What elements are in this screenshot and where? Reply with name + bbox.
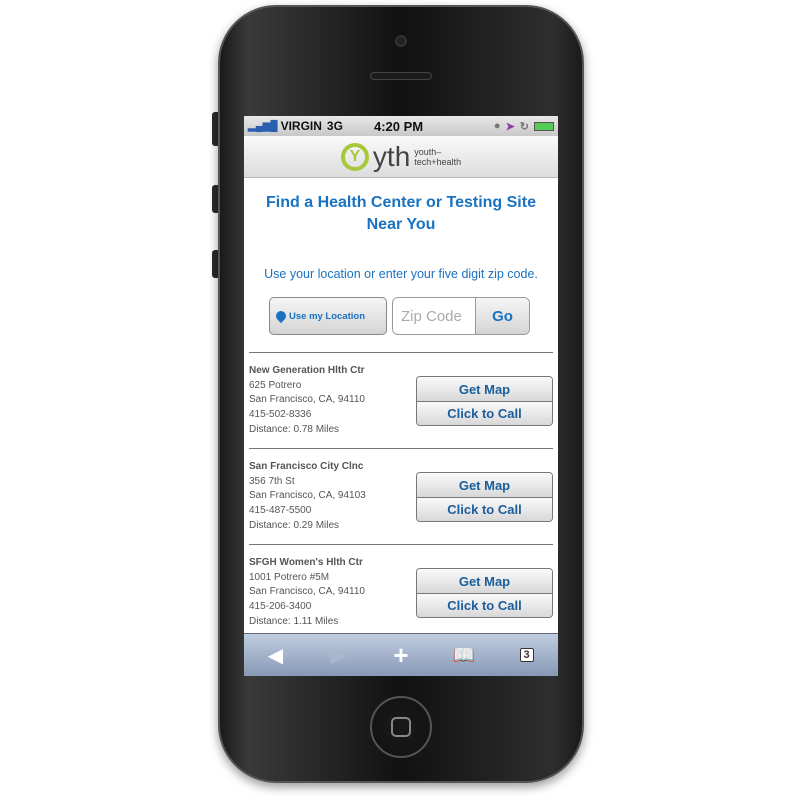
signal-icon: ▂▄▆█ <box>248 120 278 132</box>
page-title: Find a Health Center or Testing Site Nea… <box>266 194 536 233</box>
instructions: Use your location or enter your five dig… <box>264 267 538 281</box>
click-to-call-button[interactable]: Click to Call <box>417 497 552 521</box>
status-bar: ▂▄▆█ VIRGIN 3G 4:20 PM ● ➤ ↻ <box>244 116 558 136</box>
back-icon[interactable]: ◀ <box>255 643 295 668</box>
tabs-icon[interactable]: 3 <box>507 648 547 662</box>
tabs-count: 3 <box>519 648 534 662</box>
logo-text: yth <box>372 140 411 172</box>
forward-icon[interactable]: ▶ <box>318 643 358 668</box>
add-icon[interactable]: + <box>381 640 421 671</box>
rotation-lock-icon: ↻ <box>519 120 529 133</box>
site-header: Y yth youth– tech+health <box>244 136 558 178</box>
battery-icon <box>534 121 554 131</box>
speaker <box>370 72 432 80</box>
logo-sub-1: youth– <box>414 146 442 157</box>
click-to-call-button[interactable]: Click to Call <box>417 593 552 617</box>
get-map-button[interactable]: Get Map <box>417 569 552 593</box>
use-location-label: Use my Location <box>289 310 366 322</box>
carrier: VIRGIN <box>280 119 322 133</box>
location-arrow-icon: ➤ <box>505 120 515 133</box>
get-map-button[interactable]: Get Map <box>417 377 552 401</box>
logo-tagline: youth– tech+health <box>414 147 461 167</box>
zip-search: Go <box>392 297 530 335</box>
map-pin-icon <box>273 308 289 324</box>
home-icon <box>391 717 411 737</box>
bookmarks-icon[interactable]: 📖 <box>444 645 484 666</box>
clock: 4:20 PM <box>374 119 424 134</box>
network: 3G <box>326 119 343 133</box>
click-to-call-button[interactable]: Click to Call <box>417 401 552 425</box>
list-item: New Generation Hlth Ctr 625 Potrero San … <box>249 352 553 448</box>
zip-code-input[interactable] <box>393 298 476 334</box>
logo-mark: Y <box>340 142 369 171</box>
alarm-icon: ● <box>493 120 501 132</box>
browser-toolbar: ◀ ▶ + 📖 3 <box>244 633 558 676</box>
front-camera <box>395 35 407 47</box>
use-location-button[interactable]: Use my Location <box>269 297 387 335</box>
list-item: SFGH Women's Hlth Ctr 1001 Potrero #5M S… <box>249 544 553 640</box>
go-button[interactable]: Go <box>476 298 529 334</box>
screen: ▂▄▆█ VIRGIN 3G 4:20 PM ● ➤ ↻ Y yth youth… <box>244 116 558 676</box>
results-list: New Generation Hlth Ctr 625 Potrero San … <box>249 352 553 640</box>
get-map-button[interactable]: Get Map <box>417 473 552 497</box>
logo-sub-2: tech+health <box>414 156 462 167</box>
list-item: San Francisco City Clnc 356 7th St San F… <box>249 448 553 544</box>
